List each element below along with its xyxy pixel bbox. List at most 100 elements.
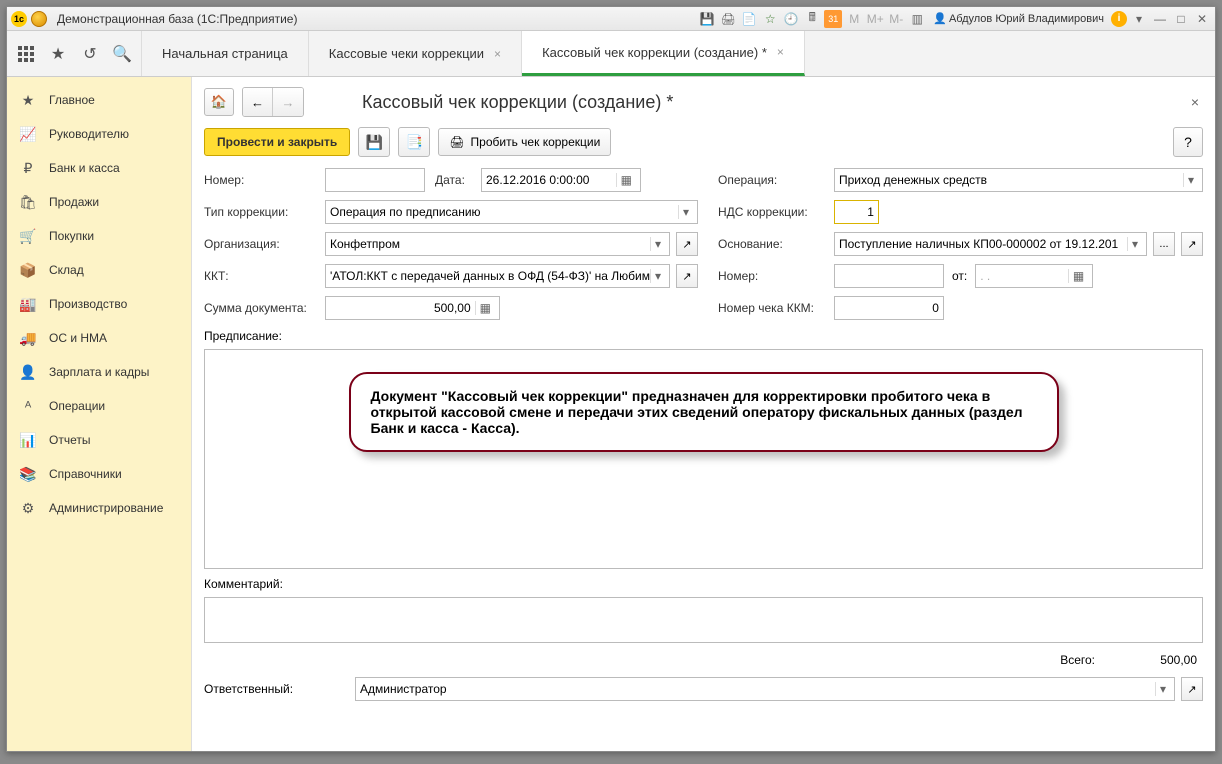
date-label: Дата: — [435, 173, 475, 187]
nav-back-forward: ← → — [242, 87, 304, 117]
operation-label: Операция: — [718, 173, 828, 187]
memory-m-icon[interactable]: M — [845, 10, 863, 28]
favorites-star-icon[interactable]: ★ — [47, 43, 69, 65]
chevron-down-icon[interactable]: ▾ — [1183, 173, 1198, 187]
responsible-open-button[interactable]: ↗ — [1181, 677, 1203, 701]
basis-open-button[interactable]: ↗ — [1181, 232, 1203, 256]
panels-icon[interactable]: ▥ — [908, 10, 926, 28]
form-right-column: Операция: Приход денежных средств▾ НДС к… — [718, 167, 1203, 327]
print-check-button[interactable]: 🖨Пробить чек коррекции — [438, 128, 611, 156]
post-and-close-button[interactable]: Провести и закрыть — [204, 128, 350, 156]
memory-mminus-icon[interactable]: M- — [887, 10, 905, 28]
app-logo-icon: 1c — [11, 11, 27, 27]
comment-textarea[interactable] — [204, 597, 1203, 643]
basis-label: Основание: — [718, 237, 828, 251]
sidebar-item-label: Справочники — [49, 467, 122, 481]
basis-date-input[interactable]: . . ▦ — [975, 264, 1093, 288]
current-user[interactable]: 👤 Абдулов Юрий Владимирович — [929, 12, 1108, 25]
responsible-label: Ответственный: — [204, 682, 349, 696]
calendar-dropdown-icon[interactable]: ▦ — [616, 173, 636, 187]
sidebar-item-label: Руководителю — [49, 127, 129, 141]
home-button[interactable]: 🏠 — [204, 88, 234, 116]
chevron-down-icon[interactable]: ▾ — [1127, 237, 1142, 251]
sidebar-item-purchases[interactable]: 🛒Покупки — [7, 219, 191, 253]
tab-close-icon[interactable]: × — [777, 45, 784, 59]
minimize-window-icon[interactable]: — — [1151, 10, 1169, 28]
sidebar-item-bank[interactable]: ₽Банк и касса — [7, 151, 191, 185]
help-button[interactable]: ? — [1173, 127, 1203, 157]
history-nav-icon[interactable]: ↺ — [79, 43, 101, 65]
sidebar-item-catalogs[interactable]: 📚 Справочники — [7, 457, 191, 491]
org-value: Конфетпром — [330, 237, 400, 251]
form-left-column: Номер: Дата: 26.12.2016 0:00:00▦ Тип кор… — [204, 167, 698, 327]
operation-select[interactable]: Приход денежных средств▾ — [834, 168, 1203, 192]
basis-select[interactable]: Поступление наличных КП00-000002 от 19.1… — [834, 232, 1147, 256]
printer-icon: 🖨 — [449, 135, 464, 149]
sidebar-item-manager[interactable]: 📈Руководителю — [7, 117, 191, 151]
app-menu-dropdown-icon[interactable] — [31, 11, 47, 27]
info-icon[interactable]: i — [1111, 11, 1127, 27]
basis-from-label: от: — [952, 269, 967, 283]
basis-number-input[interactable] — [834, 264, 944, 288]
sidebar-item-operations[interactable]: ᴬОперации — [7, 389, 191, 423]
corr-type-select[interactable]: Операция по предписанию▾ — [325, 200, 698, 224]
books-icon: 📚 — [19, 466, 37, 483]
maximize-window-icon[interactable]: □ — [1172, 10, 1190, 28]
number-input[interactable] — [325, 168, 425, 192]
date-input[interactable]: 26.12.2016 0:00:00▦ — [481, 168, 641, 192]
close-window-icon[interactable]: ✕ — [1193, 10, 1211, 28]
doc-header: 🏠 ← → Кассовый чек коррекции (создание) … — [204, 87, 1203, 117]
chevron-down-icon[interactable]: ▾ — [650, 237, 665, 251]
titlebar: 1c Демонстрационная база (1С:Предприятие… — [7, 7, 1215, 31]
kkt-open-button[interactable]: ↗ — [676, 264, 698, 288]
chevron-down-icon[interactable]: ▾ — [650, 269, 665, 283]
sidebar-item-sales[interactable]: 🛍Продажи — [7, 185, 191, 219]
org-open-button[interactable]: ↗ — [676, 232, 698, 256]
history-icon[interactable]: 🕘 — [782, 10, 800, 28]
chevron-down-icon[interactable]: ▾ — [678, 205, 693, 219]
sidebar-item-production[interactable]: 🏭Производство — [7, 287, 191, 321]
calendar-dropdown-icon[interactable]: ▦ — [1068, 269, 1088, 283]
print-icon[interactable]: 🖨 — [719, 10, 737, 28]
calculator-button-icon[interactable]: ▦ — [475, 301, 495, 315]
sections-grid-icon[interactable] — [15, 43, 37, 65]
post-button[interactable]: 📑 — [398, 127, 430, 157]
doc-icon[interactable]: 📄 — [740, 10, 758, 28]
forward-button[interactable]: → — [273, 88, 303, 116]
tab-start-page[interactable]: Начальная страница — [142, 31, 309, 76]
nds-input[interactable] — [834, 200, 879, 224]
page-close-icon[interactable]: × — [1187, 90, 1203, 114]
ruble-icon: ₽ — [19, 160, 37, 177]
tab-correction-check-create[interactable]: Кассовый чек коррекции (создание) *× — [522, 31, 805, 76]
back-button[interactable]: ← — [243, 88, 273, 116]
favorite-star-icon[interactable]: ☆ — [761, 10, 779, 28]
sidebar-item-salary[interactable]: 👤Зарплата и кадры — [7, 355, 191, 389]
org-select[interactable]: Конфетпром ▾ — [325, 232, 670, 256]
calendar-icon[interactable]: 31 — [824, 10, 842, 28]
sidebar-item-label: Производство — [49, 297, 127, 311]
sidebar-item-reports[interactable]: 📊Отчеты — [7, 423, 191, 457]
gear-icon: ⚙ — [19, 500, 37, 517]
chevron-down-icon[interactable]: ▾ — [1155, 682, 1170, 696]
basis-more-button[interactable]: ... — [1153, 232, 1175, 256]
info-dropdown-icon[interactable]: ▾ — [1130, 10, 1148, 28]
save-icon[interactable]: 💾 — [698, 10, 716, 28]
search-icon[interactable]: 🔍 — [111, 43, 133, 65]
sidebar-item-admin[interactable]: ⚙ Администрирование — [7, 491, 191, 525]
sidebar-item-warehouse[interactable]: 📦Склад — [7, 253, 191, 287]
save-button[interactable]: 💾 — [358, 127, 390, 157]
kkt-select[interactable]: 'АТОЛ:ККТ с передачей данных в ОФД (54-Ф… — [325, 264, 670, 288]
sidebar-item-main[interactable]: ★Главное — [7, 83, 191, 117]
calculator-icon[interactable]: 🖩 — [803, 10, 821, 28]
basis-date-value: . . — [980, 269, 990, 283]
sidebar-item-assets[interactable]: 🚚ОС и НМА — [7, 321, 191, 355]
tab-correction-checks[interactable]: Кассовые чеки коррекции× — [309, 31, 522, 76]
sum-input[interactable]: 500,00▦ — [325, 296, 500, 320]
prescription-textarea[interactable]: Документ "Кассовый чек коррекции" предна… — [204, 349, 1203, 569]
responsible-select[interactable]: Администратор▾ — [355, 677, 1175, 701]
sidebar-item-label: Администрирование — [49, 501, 163, 515]
box-icon: 📦 — [19, 262, 37, 279]
kkm-check-input[interactable] — [834, 296, 944, 320]
memory-mplus-icon[interactable]: M+ — [866, 10, 884, 28]
tab-close-icon[interactable]: × — [494, 47, 501, 61]
